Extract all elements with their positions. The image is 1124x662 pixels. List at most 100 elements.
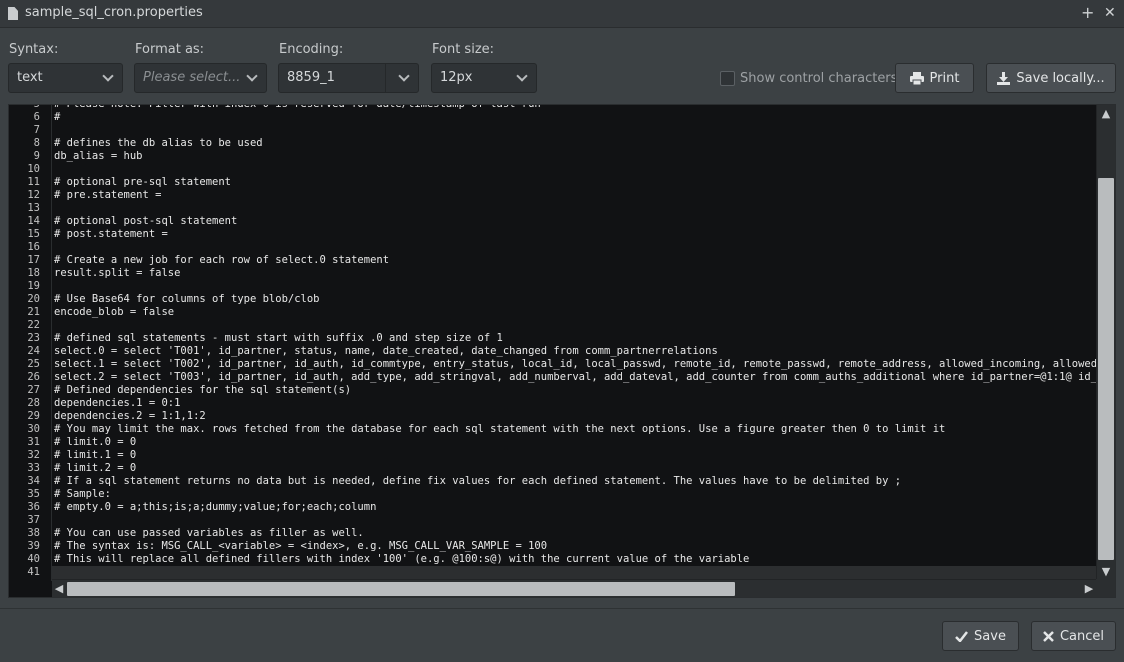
encoding-label: Encoding: [279,42,344,57]
code-line[interactable]: # limit.0 = 0 [54,436,136,449]
code-line[interactable]: # This will replace all defined fillers … [54,553,749,566]
scrollbar-corner [1096,579,1115,597]
code-line[interactable]: # limit.1 = 0 [54,449,136,462]
line-number: 29 [27,410,40,422]
format-select[interactable]: Please select... [134,63,267,93]
line-number: 32 [27,449,40,461]
code-line[interactable]: # Defined dependencies for the sql state… [54,384,351,397]
save-label: Save [974,628,1006,644]
chevron-down-icon [246,70,258,82]
code-line[interactable]: dependencies.1 = 0:1 [54,397,180,410]
show-control-characters-checkbox[interactable] [720,70,735,86]
line-number: 33 [27,462,40,474]
add-icon[interactable]: + [1081,3,1094,23]
line-number: 14 [27,215,40,227]
line-number: 13 [27,202,40,214]
code-area[interactable]: # Please note: Filler with index 0 is re… [54,105,1096,581]
window-title: sample_sql_cron.properties [25,5,203,20]
syntax-select[interactable]: text [8,63,123,93]
line-number: 8 [33,137,40,149]
line-number: 31 [27,436,40,448]
code-line[interactable]: select.0 = select 'T001', id_partner, st… [54,345,718,358]
code-line[interactable]: db_alias = hub [54,150,143,163]
show-control-characters-label: Show control characters [740,70,898,86]
code-line[interactable]: # Use Base64 for columns of type blob/cl… [54,293,320,306]
code-line[interactable]: # pre.statement = [54,189,161,202]
title-bar: sample_sql_cron.properties + ✕ [0,0,1124,28]
line-number: 38 [27,527,40,539]
encoding-value: 8859_1 [287,70,335,85]
font-size-label: Font size: [432,42,495,57]
horizontal-scroll-thumb[interactable] [67,582,735,596]
code-line[interactable]: select.2 = select 'T003', id_partner, id… [54,371,1096,384]
line-number: 9 [33,150,40,162]
line-number: 25 [27,358,40,370]
line-number: 36 [27,501,40,513]
print-button[interactable]: Print [895,63,974,93]
format-label: Format as: [135,42,205,57]
close-icon[interactable]: ✕ [1104,3,1116,23]
code-line[interactable]: # defines the db alias to be used [54,137,263,150]
encoding-select[interactable]: 8859_1 [278,63,419,93]
code-line[interactable]: # The syntax is: MSG_CALL_<variable> = <… [54,540,547,553]
show-control-characters-toggle[interactable]: Show control characters [720,69,897,87]
line-number: 37 [27,514,40,526]
code-line[interactable]: # You can use passed variables as filler… [54,527,364,540]
code-line[interactable]: # empty.0 = a;this;is;a;dummy;value;for;… [54,501,376,514]
scroll-up-icon[interactable]: ▲ [1097,105,1115,123]
save-button[interactable]: Save [942,621,1019,651]
code-line[interactable]: # post.statement = [54,228,168,241]
scroll-left-icon[interactable]: ◀ [52,580,66,597]
code-line[interactable]: dependencies.2 = 1:1,1:2 [54,410,206,423]
code-line[interactable]: # Create a new job for each row of selec… [54,254,389,267]
code-line[interactable]: # If a sql statement returns no data but… [54,475,901,488]
save-locally-button[interactable]: Save locally... [986,63,1116,93]
font-size-value: 12px [440,70,473,85]
code-line[interactable]: # Please note: Filler with index 0 is re… [54,105,541,111]
code-line[interactable]: # [54,111,60,124]
chevron-down-icon [102,70,114,82]
code-editor[interactable]: 5 6 7 8 9 10 11 12 13 14 15 16 17 18 19 20 21 22 23 24 25 26 2… [8,104,1116,598]
line-number: 19 [27,280,40,292]
font-size-select[interactable]: 12px [431,63,537,93]
line-number: 40 [27,553,40,565]
scroll-right-icon[interactable]: ▶ [1082,580,1096,597]
cancel-button[interactable]: Cancel [1031,621,1116,651]
line-number: 6 [33,111,40,123]
format-placeholder: Please select... [143,70,241,85]
code-line[interactable]: # Sample: [54,488,111,501]
line-number: 5 [33,104,40,110]
line-number: 16 [27,241,40,253]
code-line[interactable]: # limit.2 = 0 [54,462,136,475]
code-line[interactable]: # You may limit the max. rows fetched fr… [54,423,945,436]
vertical-scroll-thumb[interactable] [1098,178,1114,560]
line-number: 30 [27,423,40,435]
dialog-footer: Save Cancel [0,608,1124,662]
check-icon [955,630,969,642]
line-number: 34 [27,475,40,487]
code-line[interactable]: result.split = false [54,267,180,280]
code-line[interactable]: # defined sql statements - must start wi… [54,332,503,345]
toolbar: Syntax: text Format as: Please select...… [0,29,1124,101]
file-icon [8,7,18,20]
line-number: 21 [27,306,40,318]
horizontal-scrollbar[interactable]: ◀ ▶ [52,579,1096,597]
line-number: 15 [27,228,40,240]
line-number: 11 [27,176,40,188]
line-number: 10 [27,163,40,175]
vertical-scrollbar[interactable]: ▲ ▼ [1096,105,1115,581]
line-number: 18 [27,267,40,279]
line-number: 20 [27,293,40,305]
code-line[interactable]: encode_blob = false [54,306,174,319]
code-line[interactable]: select.1 = select 'T002', id_partner, id… [54,358,1096,371]
line-number: 26 [27,371,40,383]
code-line[interactable]: # optional post-sql statement [54,215,237,228]
code-line[interactable]: # optional pre-sql statement [54,176,231,189]
print-label: Print [929,70,960,86]
download-icon [997,71,1011,85]
line-number: 12 [27,189,40,201]
close-icon [1043,630,1054,642]
select-divider [385,64,386,92]
line-number: 35 [27,488,40,500]
chevron-down-icon [516,70,528,82]
